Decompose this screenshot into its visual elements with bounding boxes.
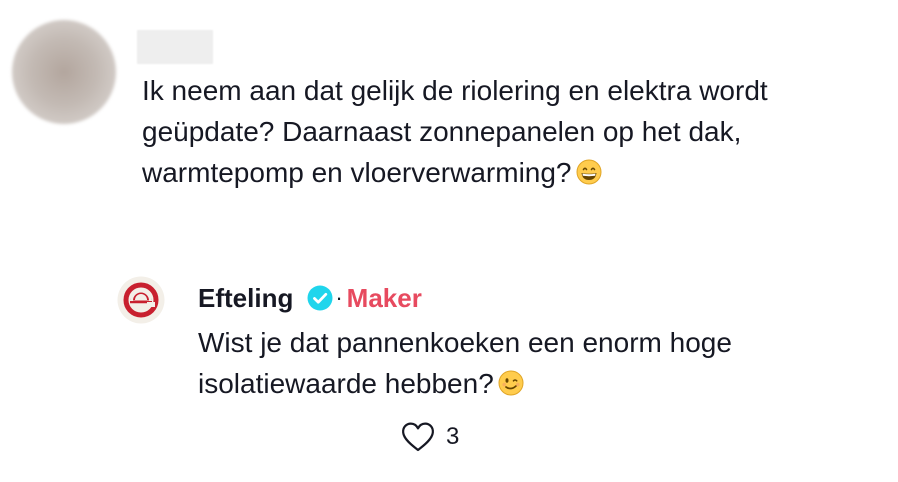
like-count: 3 — [446, 423, 460, 450]
commenter-avatar[interactable] — [12, 20, 116, 124]
reply-header: Efteling · Maker — [198, 280, 422, 316]
heart-outline-icon[interactable] — [400, 421, 436, 453]
reply-author-name[interactable]: Efteling — [198, 283, 293, 314]
separator-dot: · — [335, 285, 343, 310]
grinning-face-emoji — [576, 159, 602, 185]
maker-badge: Maker — [346, 282, 422, 313]
commenter-username[interactable] — [137, 30, 213, 64]
comment-text: Ik neem aan dat gelijk de riolering en e… — [142, 75, 768, 188]
like-row: 3 — [400, 420, 459, 454]
winking-face-emoji — [498, 370, 524, 396]
efteling-logo-avatar[interactable] — [117, 276, 165, 324]
reply-body: Wist je dat pannenkoeken een enorm hoge … — [198, 322, 878, 404]
verified-check-icon — [307, 285, 333, 311]
reply-text: Wist je dat pannenkoeken een enorm hoge … — [198, 327, 732, 399]
comment-body: Ik neem aan dat gelijk de riolering en e… — [142, 70, 892, 193]
